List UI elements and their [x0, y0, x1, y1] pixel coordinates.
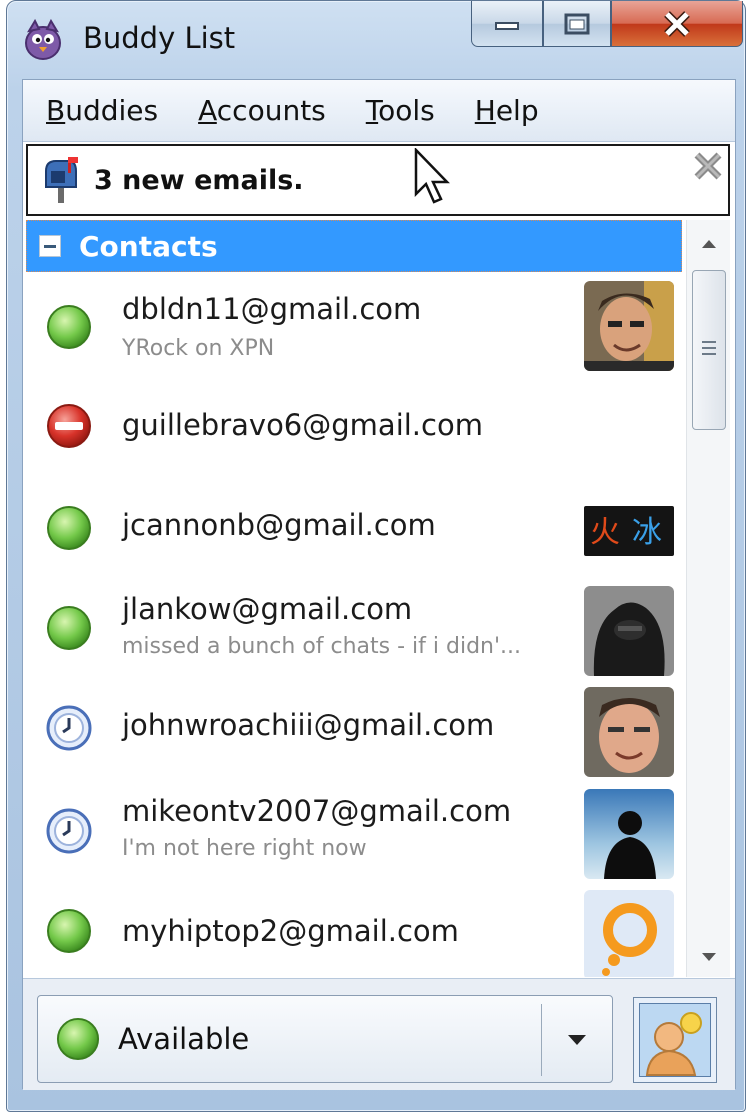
buddy-status-message: I'm not here right now: [122, 836, 367, 861]
buddy-name: jcannonb@gmail.com: [122, 508, 436, 542]
minimize-button[interactable]: [471, 1, 543, 47]
status-selector[interactable]: Available: [37, 995, 613, 1083]
buddy-row[interactable]: mikeontv2007@gmail.com I'm not here righ…: [26, 778, 682, 879]
status-area: Available: [23, 978, 735, 1090]
maximize-icon: [564, 13, 590, 34]
menu-buddies[interactable]: Buddies: [46, 94, 158, 127]
away-status-icon: [46, 705, 92, 751]
buddy-name: guillebravo6@gmail.com: [122, 408, 483, 442]
close-icon: [664, 10, 690, 37]
buddy-avatar: 火冰: [584, 506, 674, 556]
buddy-row[interactable]: johnwroachiii@gmail.com: [26, 678, 682, 778]
buddy-avatar: [584, 789, 674, 879]
buddy-avatar: [584, 687, 674, 777]
buddy-row[interactable]: dbldn11@gmail.com YRock on XPN: [26, 278, 682, 378]
chevron-down-icon[interactable]: [566, 1034, 588, 1046]
available-status-icon: [47, 606, 91, 650]
email-notice-bar[interactable]: 3 new emails.: [26, 144, 730, 216]
menu-bar: Buddies Accounts Tools Help: [23, 80, 735, 142]
buddy-row[interactable]: myhiptop2@gmail.com: [26, 878, 682, 977]
available-status-icon: [56, 1017, 100, 1061]
buddy-name: johnwroachiii@gmail.com: [122, 708, 495, 742]
buddy-avatar: [584, 586, 674, 676]
window-title: Buddy List: [83, 21, 236, 55]
buddy-name: mikeontv2007@gmail.com: [122, 794, 512, 828]
buddy-status-message: YRock on XPN: [122, 336, 275, 361]
available-status-icon: [47, 305, 91, 349]
mouse-cursor-icon: [414, 148, 450, 204]
scrollbar[interactable]: [686, 220, 730, 977]
svg-text:冰: 冰: [632, 515, 662, 550]
grip-line: [702, 353, 716, 355]
buddy-name: myhiptop2@gmail.com: [122, 914, 459, 948]
menu-accounts[interactable]: Accounts: [198, 94, 326, 127]
scroll-thumb[interactable]: [692, 270, 726, 430]
minimize-icon: [495, 21, 519, 30]
buddy-avatar: [584, 281, 674, 371]
buddy-name: jlankow@gmail.com: [122, 592, 413, 626]
buddy-list: Contacts dbldn11@gmail.com YRock on XPN …: [26, 220, 730, 977]
buddy-icon-button[interactable]: [633, 997, 717, 1083]
buddy-row[interactable]: guillebravo6@gmail.com: [26, 378, 682, 478]
available-status-icon: [47, 506, 91, 550]
buddy-row[interactable]: jcannonb@gmail.com 火冰: [26, 478, 682, 578]
dropdown-separator: [541, 1004, 542, 1076]
group-contacts-header[interactable]: Contacts: [26, 220, 682, 272]
menu-tools[interactable]: Tools: [366, 94, 435, 127]
scroll-down-arrow-icon[interactable]: [697, 945, 721, 969]
grip-line: [702, 347, 716, 349]
svg-text:火: 火: [590, 515, 620, 550]
buddy-avatar: [584, 890, 674, 977]
menu-help[interactable]: Help: [475, 94, 539, 127]
notice-text: 3 new emails.: [94, 164, 304, 196]
collapse-icon[interactable]: [39, 235, 61, 257]
scroll-up-arrow-icon[interactable]: [697, 232, 721, 256]
status-selector-value: Available: [118, 1022, 250, 1056]
title-bar[interactable]: Buddy List: [7, 1, 745, 79]
pidgin-icon: [25, 18, 61, 60]
buddy-icon-icon: [638, 1002, 712, 1078]
group-label: Contacts: [79, 229, 218, 263]
close-notice-icon[interactable]: [692, 150, 724, 182]
client-area: Buddies Accounts Tools Help 3 new emails…: [22, 79, 736, 1090]
grip-line: [702, 341, 716, 343]
buddy-name: dbldn11@gmail.com: [122, 292, 422, 326]
caption-buttons: [471, 1, 743, 47]
buddy-status-message: missed a bunch of chats - if i didn'...: [122, 634, 522, 659]
close-button[interactable]: [611, 1, 743, 47]
busy-status-icon: [47, 404, 91, 448]
maximize-button[interactable]: [543, 1, 611, 47]
buddy-list-window: Buddy List Buddies Accounts Tools Help 3…: [6, 0, 746, 1112]
away-status-icon: [46, 808, 92, 854]
available-status-icon: [47, 909, 91, 953]
buddy-row[interactable]: jlankow@gmail.com missed a bunch of chat…: [26, 578, 682, 678]
mailbox-icon: [45, 157, 78, 203]
